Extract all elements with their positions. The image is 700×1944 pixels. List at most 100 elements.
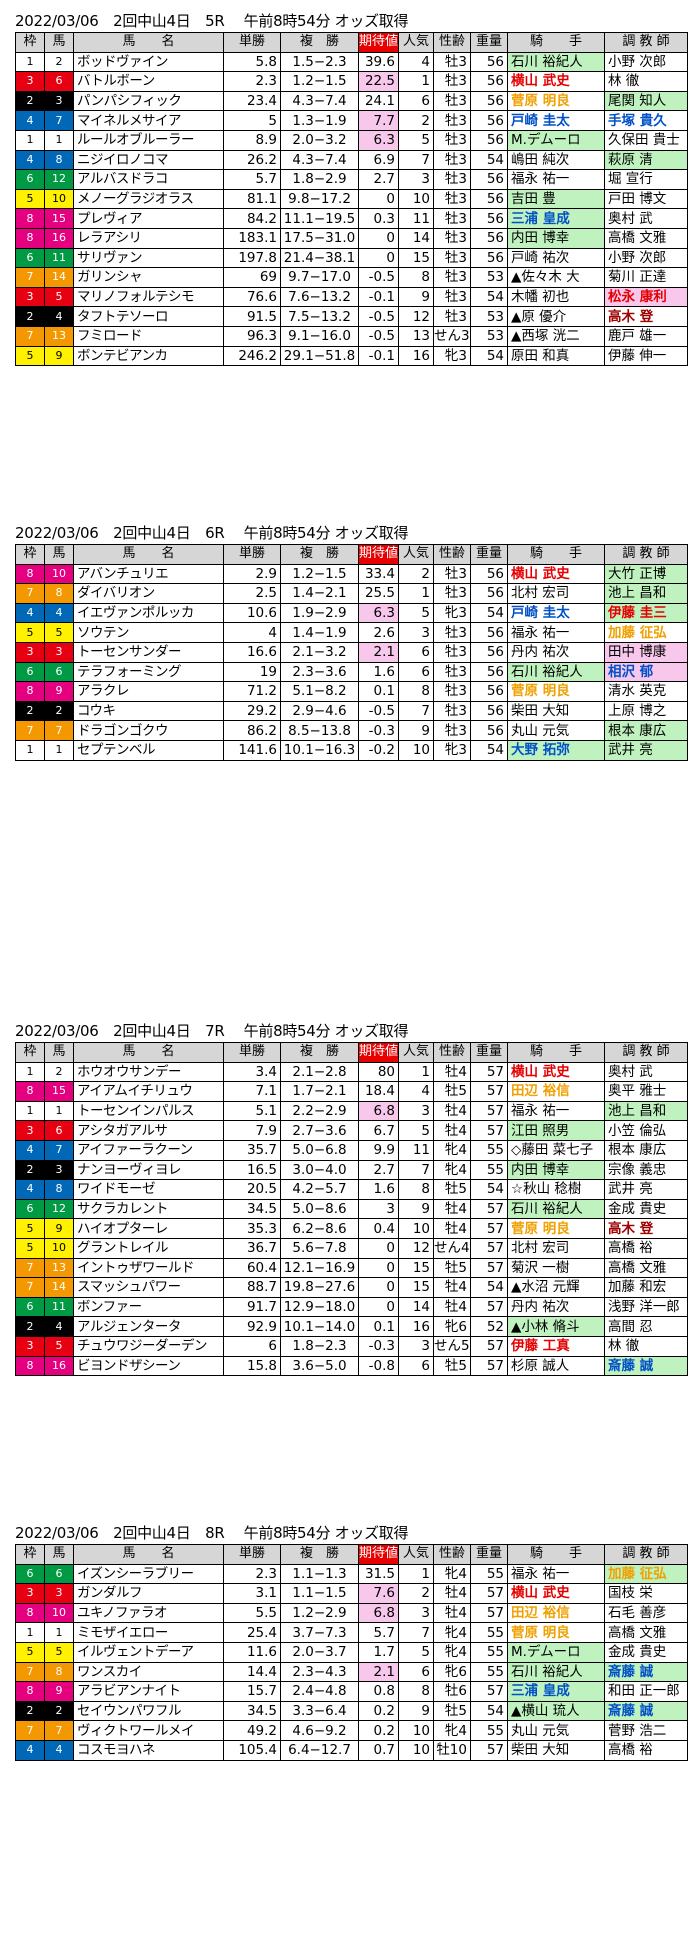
table-row[interactable]: 2 4 アルジェンタータ 92.9 10.1−14.0 0.1 16 牝6 52 ▲小林 脩斗 高間… — [15, 1316, 688, 1337]
popularity-cell: 16 — [398, 1316, 434, 1337]
table-row[interactable]: 8 10 ユキノファラオ 5.5 1.2−2.9 6.8 3 牡4 57 田辺 裕信 石毛 善彦 — [15, 1602, 688, 1624]
place-odds-cell: 1.4−1.9 — [280, 622, 359, 643]
table-row[interactable]: 6 6 イズンシーラブリー 2.3 1.1−1.3 31.5 1 牝4 55 福永 祐一 加藤 征弘 — [15, 1563, 688, 1585]
table-row[interactable]: 1 1 ルールオブルーラー 8.9 2.0−3.2 6.3 5 牡3 56 M.デムーロ 久保田 貴… — [15, 129, 688, 151]
table-row[interactable]: 5 5 イルヴェントデーア 11.6 2.0−3.7 1.7 5 牝4 55 M.デムーロ 金成 貴… — [15, 1641, 688, 1663]
sex-age-cell: 牡4 — [433, 1100, 471, 1122]
table-row[interactable]: 3 3 ガンダルフ 3.1 1.1−1.5 7.6 2 牡4 57 横山 武史 国枝 栄 — [15, 1583, 688, 1604]
sex-age-cell: 牡5 — [433, 1355, 471, 1377]
table-row[interactable]: 7 8 ダイバリオン 2.5 1.4−2.1 25.5 1 牡3 56 北村 宏司 池上 昌和 — [15, 583, 688, 604]
table-row[interactable]: 8 16 レラアシリ 183.1 17.5−31.0 0 14 牡3 56 内田 博幸 高橋 文雅 — [15, 227, 688, 249]
table-row[interactable]: 8 15 プレヴィア 84.2 11.1−19.5 0.3 11 牡3 56 三浦 皇成 奥村 武 — [15, 208, 688, 229]
place-odds-cell: 2.0−3.2 — [280, 129, 359, 151]
popularity-cell: 5 — [398, 1641, 434, 1663]
jockey-cell: ▲横山 琉人 — [507, 1700, 605, 1722]
win-odds-cell: 3.1 — [223, 1583, 281, 1604]
table-row[interactable]: 7 7 ドラゴンゴクウ 86.2 8.5−13.8 -0.3 9 牡3 56 丸山 元気 根本 康広 — [15, 720, 688, 741]
jockey-cell: 横山 武史 — [507, 1583, 605, 1604]
table-row[interactable]: 4 4 コスモヨハネ 105.4 6.4−12.7 0.7 10 牡10 57 柴田 大知 高橋 裕 — [15, 1739, 688, 1761]
table-row[interactable]: 8 10 アバンチュリエ 2.9 1.2−1.5 33.4 2 牡3 56 横山 武史 大竹 正博 — [15, 563, 688, 585]
table-row[interactable]: 1 2 ホウオウサンデー 3.4 2.1−2.8 80 1 牡4 57 横山 武史 奥村 武 — [15, 1061, 688, 1083]
table-row[interactable]: 8 9 アラクレ 71.2 5.1−8.2 0.1 8 牡3 56 菅原 明良 清水 英克 — [15, 681, 688, 702]
win-odds-cell: 84.2 — [223, 208, 281, 229]
table-row[interactable]: 2 2 コウキ 29.2 2.9−4.6 -0.5 7 牡3 56 柴田 大知 上原 博之 — [15, 700, 688, 722]
table-row[interactable]: 8 9 アラビアンナイト 15.7 2.4−4.8 0.8 8 牡6 57 三浦 皇成 和田 正一郎 — [15, 1681, 688, 1702]
table-row[interactable]: 7 7 ヴィクトワールメイ 49.2 4.6−9.2 0.2 10 牝4 55 丸山 元気 菅野 浩… — [15, 1720, 688, 1741]
table-row[interactable]: 7 13 イントゥザワールド 60.4 12.1−16.9 0 15 牡5 57 菊沢 一樹 高橋 … — [15, 1257, 688, 1279]
weight-cell: 56 — [470, 700, 508, 722]
horse-name-cell: ヴィクトワールメイ — [73, 1720, 224, 1741]
table-row[interactable]: 6 11 サリヴァン 197.8 21.4−38.1 0 15 牡3 56 戸崎 祐次 小野 次郎 — [15, 247, 688, 269]
jockey-cell: 柴田 大知 — [507, 700, 605, 722]
table-row[interactable]: 1 1 セプテンベル 141.6 10.1−16.3 -0.2 10 牝3 54 大野 拓弥 武井 … — [15, 739, 688, 761]
table-row[interactable]: 3 6 アシタガアルサ 7.9 2.7−3.6 6.7 5 牡4 57 江田 照男 小笠 倫弘 — [15, 1120, 688, 1141]
jockey-cell: 福永 祐一 — [507, 622, 605, 643]
table-row[interactable]: 5 10 グラントレイル 36.7 5.6−7.8 0 12 せん4 57 北村 宏司 高橋 裕 — [15, 1237, 688, 1259]
table-row[interactable]: 3 5 マリノフォルテシモ 76.6 7.6−13.2 -0.1 9 牡3 54 木幡 初也 松永 … — [15, 286, 688, 308]
table-row[interactable]: 7 14 スマッシュパワー 88.7 19.8−27.6 0 15 牡4 54 ▲水沼 元輝 加藤 … — [15, 1277, 688, 1298]
horse-name-cell: ミモザイエロー — [73, 1622, 224, 1643]
table-row[interactable]: 6 11 ボンファー 91.7 12.9−18.0 0 14 牡4 57 丹内 祐次 浅野 洋一郎 — [15, 1296, 688, 1318]
horse-name-cell: スマッシュパワー — [73, 1277, 224, 1298]
table-row[interactable]: 2 4 タフトテソーロ 91.5 7.5−13.2 -0.5 12 牡3 53 ▲原 優介 高木 登 — [15, 306, 688, 327]
popularity-cell: 7 — [398, 700, 434, 722]
win-odds-cell: 60.4 — [223, 1257, 281, 1279]
popularity-cell: 1 — [398, 583, 434, 604]
win-odds-cell: 76.6 — [223, 286, 281, 308]
table-row[interactable]: 5 10 メノーグラジオラス 81.1 9.8−17.2 0 10 牡3 56 吉田 豊戸田 博文 — [15, 188, 688, 210]
horse-name-cell: ホウオウサンデー — [73, 1061, 224, 1083]
place-odds-cell: 5.0−8.6 — [280, 1198, 359, 1220]
jockey-header: 騎 手 — [507, 1544, 605, 1565]
weight-cell: 57 — [470, 1681, 508, 1702]
table-row[interactable]: 1 1 トーセンインパルス 5.1 2.2−2.9 6.8 3 牡4 57 福永 祐一 池上 昌和 — [15, 1100, 688, 1122]
umaban-cell: 7 — [44, 720, 74, 741]
horse-name-cell: アイアムイチリュウ — [73, 1081, 224, 1102]
table-row[interactable]: 4 7 アイファーラクーン 35.7 5.0−6.8 9.9 11 牝4 55 ◇藤田 菜七子 根本… — [15, 1139, 688, 1161]
trainer-cell: 高橋 文雅 — [604, 227, 688, 249]
table-row[interactable]: 6 12 アルバスドラコ 5.7 1.8−2.9 2.7 3 牡3 56 福永 祐一堀 宣行 — [15, 169, 688, 190]
popularity-cell: 9 — [398, 286, 434, 308]
table-row[interactable]: 6 12 サクラカレント 34.5 5.0−8.6 3 9 牡4 57 石川 裕紀人 金成 貴史 — [15, 1198, 688, 1220]
table-row[interactable]: 3 6 バトルボーン 2.3 1.2−1.5 22.5 1 牡3 56 横山 武史林 徹 — [15, 71, 688, 92]
horse-name-cell: トーセンサンダー — [73, 641, 224, 663]
table-row[interactable]: 3 3 トーセンサンダー 16.6 2.1−3.2 2.1 6 牡3 56 丹内 祐次 田中 博康 — [15, 641, 688, 663]
popularity-cell: 8 — [398, 267, 434, 288]
umaban-cell: 4 — [44, 602, 74, 624]
jockey-cell: 菅原 明良 — [507, 90, 605, 112]
table-row[interactable]: 5 9 ボンテビアンカ 246.2 29.1−51.8 -0.1 16 牝3 54 原田 和真 伊藤… — [15, 345, 688, 367]
table-row[interactable]: 1 1 ミモザイエロー 25.4 3.7−7.3 5.7 7 牝4 55 菅原 明良 高橋 文雅 — [15, 1622, 688, 1643]
popularity-cell: 12 — [398, 1237, 434, 1259]
table-row[interactable]: 4 7 マイネルメサイア 5 1.3−1.9 7.7 2 牡3 56 戸崎 圭太 手塚 貴久 — [15, 110, 688, 131]
table-row[interactable]: 5 9 ハイオプターレ 35.3 6.2−8.6 0.4 10 牡4 57 菅原 明良 高木 登 — [15, 1218, 688, 1239]
table-row[interactable]: 2 2 セイウンパワフル 34.5 3.3−6.4 0.2 9 牡5 54 ▲横山 琉人 斎藤 誠 — [15, 1700, 688, 1722]
table-row[interactable]: 8 16 ビヨンドザシーン 15.8 3.6−5.0 -0.8 6 牡5 57 杉原 誠人 斎藤 誠 — [15, 1355, 688, 1377]
waku-cell: 6 — [15, 169, 45, 190]
table-row[interactable]: 8 15 アイアムイチリュウ 7.1 1.7−2.1 18.4 4 牡5 57 田辺 裕信 奥平 雅… — [15, 1081, 688, 1102]
table-row[interactable]: 3 5 チュウワジーダーデン 6 1.8−2.3 -0.3 3 せん5 57 伊藤 工真林 徹 — [15, 1335, 688, 1357]
table-row[interactable]: 4 8 ワイドモーゼ 20.5 4.2−5.7 1.6 8 牡5 54 ☆秋山 稔樹 武井 亮 — [15, 1179, 688, 1200]
table-row[interactable]: 1 2 ボッドヴァイン 5.8 1.5−2.3 39.6 4 牡3 56 石川 裕紀人 小野 次郎 — [15, 51, 688, 73]
place-odds-cell: 10.1−16.3 — [280, 739, 359, 761]
table-row[interactable]: 6 6 テラフォーミング 19 2.3−3.6 1.6 6 牡3 56 石川 裕紀人 相沢 郁 — [15, 661, 688, 683]
win-odds-cell: 25.4 — [223, 1622, 281, 1643]
trainer-cell: 萩原 清 — [604, 149, 688, 171]
table-row[interactable]: 2 3 ナンヨーヴィヨレ 16.5 3.0−4.0 2.7 7 牝4 55 内田 博幸 宗像 義忠 — [15, 1159, 688, 1181]
umaban-cell: 12 — [44, 1198, 74, 1220]
table-row[interactable]: 2 3 パンパシフィック 23.4 4.3−7.4 24.1 6 牡3 56 菅原 明良 尾関 知人 — [15, 90, 688, 112]
waku-cell: 6 — [15, 247, 45, 269]
horse-name-cell: アルジェンタータ — [73, 1316, 224, 1337]
weight-cell: 57 — [470, 1100, 508, 1122]
win-odds-cell: 197.8 — [223, 247, 281, 269]
table-row[interactable]: 4 4 イエヴァンポルッカ 10.6 1.9−2.9 6.3 5 牝3 54 戸崎 圭太 伊藤 圭三 — [15, 602, 688, 624]
table-row[interactable]: 7 13 フミロード 96.3 9.1−16.0 -0.5 13 せん3 53 ▲西塚 洸二 鹿戸 … — [15, 325, 688, 347]
waku-cell: 1 — [15, 1100, 45, 1122]
table-row[interactable]: 7 14 ガリンシャ 69 9.7−17.0 -0.5 8 牡3 53 ▲佐々木 大菊川 正達 — [15, 267, 688, 288]
jockey-cell: 木幡 初也 — [507, 286, 605, 308]
table-row[interactable]: 7 8 ワンスカイ 14.4 2.3−4.3 2.1 6 牝6 55 石川 裕紀人 斎藤 誠 — [15, 1661, 688, 1683]
table-row[interactable]: 5 5 ソウテン 4 1.4−1.9 2.6 3 牡3 56 福永 祐一 加藤 征弘 — [15, 622, 688, 643]
place-odds-cell: 3.6−5.0 — [280, 1355, 359, 1377]
trainer-cell: 高橋 裕 — [604, 1237, 688, 1259]
waku-cell: 4 — [15, 110, 45, 131]
table-row[interactable]: 4 8 ニジイロノコマ 26.2 4.3−7.4 6.9 7 牡3 54 嶋田 純次 萩原 清 — [15, 149, 688, 171]
waku-cell: 2 — [15, 1159, 45, 1181]
